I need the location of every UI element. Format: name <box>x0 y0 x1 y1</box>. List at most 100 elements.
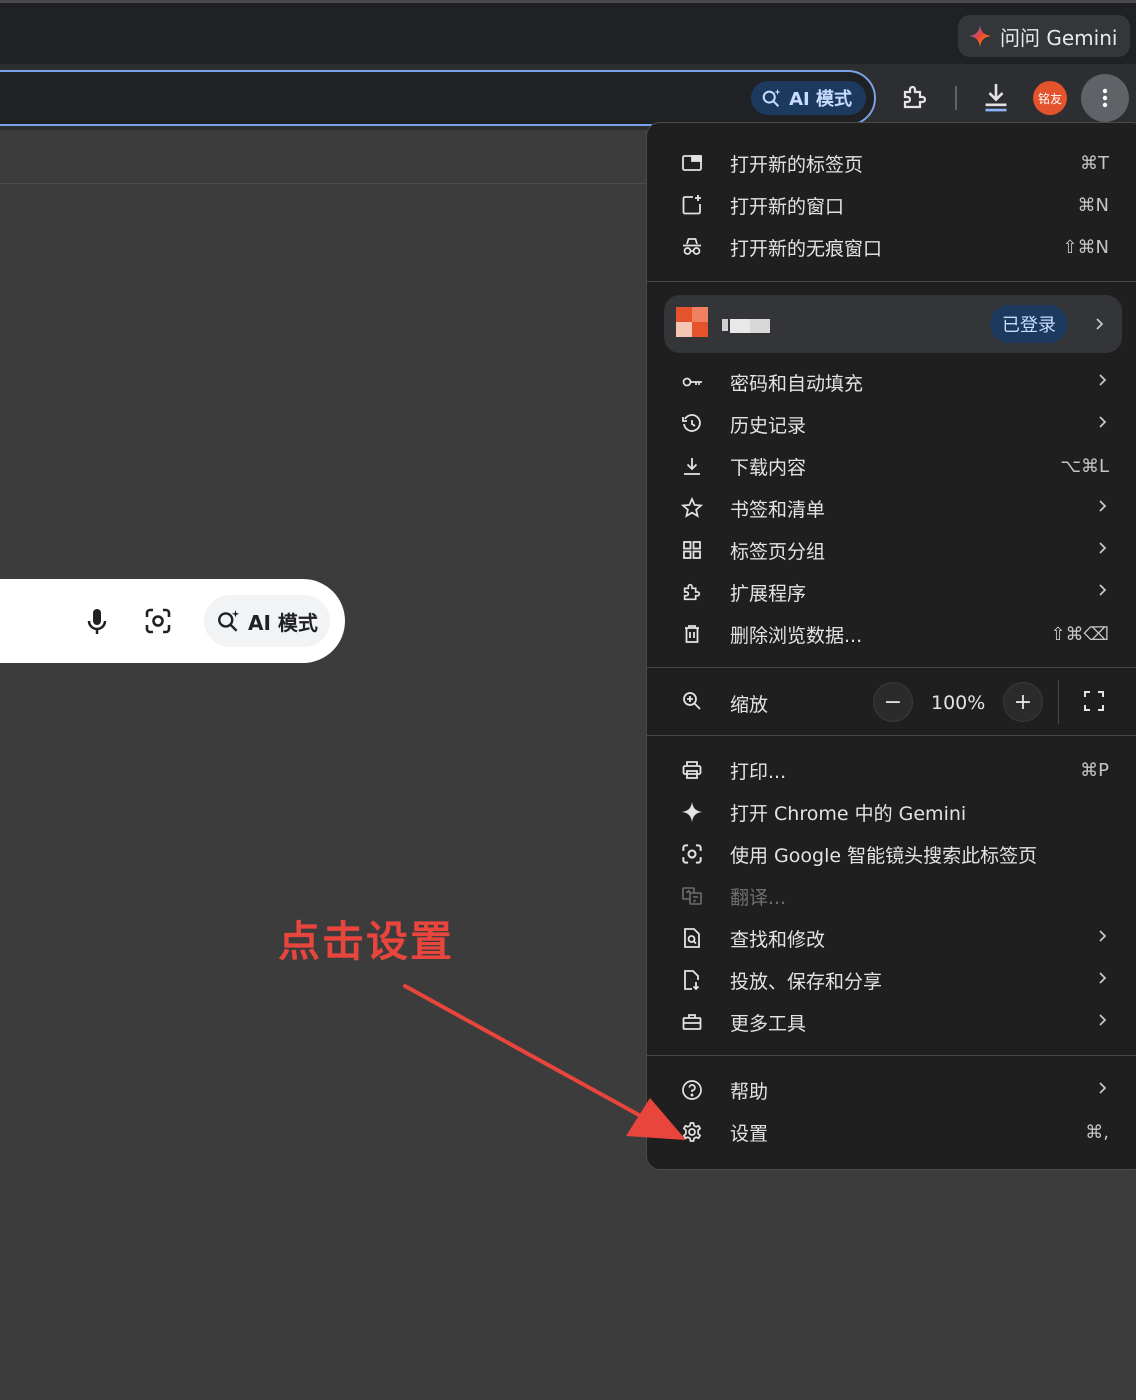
menu-item-clear-data[interactable]: 删除浏览数据... ⇧⌘⌫ <box>647 613 1136 655</box>
menu-label: 历史记录 <box>730 414 807 437</box>
menu-shortcut: ⇧⌘N <box>1062 236 1109 258</box>
profile-row[interactable]: 已登录 <box>664 295 1122 353</box>
download-icon <box>681 455 703 477</box>
menu-label: 投放、保存和分享 <box>730 970 883 993</box>
annotation-text: 点击设置 <box>278 917 455 966</box>
sparkle-icon <box>681 801 703 823</box>
history-icon <box>681 413 703 435</box>
zoom-in-button[interactable]: + <box>1003 682 1043 722</box>
zoom-value: 100% <box>931 692 986 714</box>
menu-item-tab-groups[interactable]: 标签页分组 <box>647 529 1136 571</box>
chevron-right-icon <box>1097 415 1107 429</box>
cast-save-share-icon <box>681 969 703 991</box>
signed-in-badge: 已登录 <box>990 305 1068 343</box>
gemini-sparkle-icon <box>968 24 992 48</box>
menu-divider <box>647 735 1136 736</box>
search-ai-mode-label: AI 模式 <box>248 610 318 635</box>
profile-avatar[interactable]: 铭友 <box>1033 81 1067 115</box>
profile-name-redacted <box>722 317 772 333</box>
menu-label: 查找和修改 <box>730 928 826 951</box>
menu-label: 密码和自动填充 <box>730 372 864 395</box>
menu-label: 设置 <box>730 1122 769 1145</box>
menu-shortcut: ⌘P <box>1080 759 1109 781</box>
menu-item-print[interactable]: 打印... ⌘P <box>647 749 1136 791</box>
menu-label: 打开新的窗口 <box>730 195 845 218</box>
ask-gemini-button[interactable]: 问问 Gemini <box>958 15 1130 57</box>
menu-shortcut: ⌘T <box>1080 152 1109 174</box>
menu-item-gemini-in-chrome[interactable]: 打开 Chrome 中的 Gemini <box>647 791 1136 833</box>
menu-item-extensions[interactable]: 扩展程序 <box>647 571 1136 613</box>
new-window-icon <box>681 194 703 216</box>
search-ai-mode-button[interactable]: AI 模式 <box>204 595 330 647</box>
menu-label: 下载内容 <box>730 456 807 479</box>
chevron-right-icon <box>1097 929 1107 943</box>
ai-search-icon <box>761 87 783 109</box>
menu-label: 书签和清单 <box>730 498 826 521</box>
chrome-menu-button[interactable] <box>1081 74 1129 122</box>
menu-item-find-edit[interactable]: 查找和修改 <box>647 917 1136 959</box>
menu-item-downloads[interactable]: 下载内容 ⌥⌘L <box>647 445 1136 487</box>
print-icon <box>681 759 703 781</box>
menu-label: 更多工具 <box>730 1012 807 1035</box>
chevron-right-icon <box>1094 317 1104 331</box>
menu-item-bookmarks[interactable]: 书签和清单 <box>647 487 1136 529</box>
ai-search-icon <box>216 608 242 634</box>
menu-label: 打开新的无痕窗口 <box>730 237 883 260</box>
zoom-row: 缩放 − 100% + <box>647 668 1136 736</box>
new-tab-icon <box>681 152 703 174</box>
fullscreen-icon[interactable] <box>1083 690 1105 712</box>
microphone-icon[interactable] <box>86 607 108 637</box>
menu-item-translate: 翻译... <box>647 875 1136 917</box>
address-bar[interactable]: AI 模式 <box>0 70 876 126</box>
chevron-right-icon <box>1097 1013 1107 1027</box>
menu-label: 打印... <box>730 760 787 783</box>
chevron-right-icon <box>1097 583 1107 597</box>
menu-label: 标签页分组 <box>730 540 826 563</box>
menu-shortcut: ⌘N <box>1077 194 1109 216</box>
menu-divider <box>647 1055 1136 1056</box>
extensions-icon[interactable] <box>900 82 930 112</box>
menu-item-new-tab[interactable]: 打开新的标签页 ⌘T <box>647 142 1136 184</box>
zoom-divider <box>1058 680 1059 724</box>
menu-label: 扩展程序 <box>730 582 807 605</box>
menu-item-new-window[interactable]: 打开新的窗口 ⌘N <box>647 184 1136 226</box>
google-search-box[interactable]: AI 模式 <box>0 579 345 663</box>
settings-gear-icon <box>681 1121 703 1143</box>
zoom-out-button[interactable]: − <box>873 682 913 722</box>
downloads-icon[interactable] <box>980 80 1012 114</box>
chevron-right-icon <box>1097 1081 1107 1095</box>
translate-icon <box>681 885 703 907</box>
zoom-label: 缩放 <box>730 694 769 716</box>
menu-label: 打开新的标签页 <box>730 153 864 176</box>
star-icon <box>681 497 703 519</box>
menu-item-history[interactable]: 历史记录 <box>647 403 1136 445</box>
menu-shortcut: ⌥⌘L <box>1060 455 1109 477</box>
menu-item-cast-save-share[interactable]: 投放、保存和分享 <box>647 959 1136 1001</box>
page-divider <box>0 183 646 184</box>
ask-gemini-label: 问问 Gemini <box>1000 25 1118 50</box>
toolbar: AI 模式 铭友 <box>0 64 1136 130</box>
menu-item-incognito[interactable]: 打开新的无痕窗口 ⇧⌘N <box>647 226 1136 268</box>
menu-item-more-tools[interactable]: 更多工具 <box>647 1001 1136 1043</box>
menu-item-passwords[interactable]: 密码和自动填充 <box>647 361 1136 403</box>
google-lens-icon[interactable] <box>144 607 172 635</box>
menu-shortcut: ⌘, <box>1085 1121 1109 1143</box>
omnibox-ai-mode-button[interactable]: AI 模式 <box>751 81 866 115</box>
menu-item-google-lens[interactable]: 使用 Google 智能镜头搜索此标签页 <box>647 833 1136 875</box>
menu-item-settings[interactable]: 设置 ⌘, <box>647 1111 1136 1153</box>
toolbox-icon <box>681 1011 703 1033</box>
key-icon <box>681 371 703 393</box>
tab-strip: 问问 Gemini <box>0 0 1136 64</box>
menu-label: 翻译... <box>730 886 787 909</box>
menu-item-help[interactable]: 帮助 <box>647 1069 1136 1111</box>
menu-divider <box>647 281 1136 282</box>
extension-icon <box>681 581 703 603</box>
tab-groups-icon <box>681 539 703 561</box>
menu-label: 打开 Chrome 中的 Gemini <box>730 802 967 825</box>
chevron-right-icon <box>1097 373 1107 387</box>
chevron-right-icon <box>1097 499 1107 513</box>
more-vert-icon <box>1102 88 1108 108</box>
chrome-menu: 打开新的标签页 ⌘T 打开新的窗口 ⌘N 打开新的无痕窗口 ⇧⌘N 已登录 密码… <box>646 122 1136 1170</box>
menu-label: 删除浏览数据... <box>730 624 863 647</box>
incognito-icon <box>681 236 703 258</box>
